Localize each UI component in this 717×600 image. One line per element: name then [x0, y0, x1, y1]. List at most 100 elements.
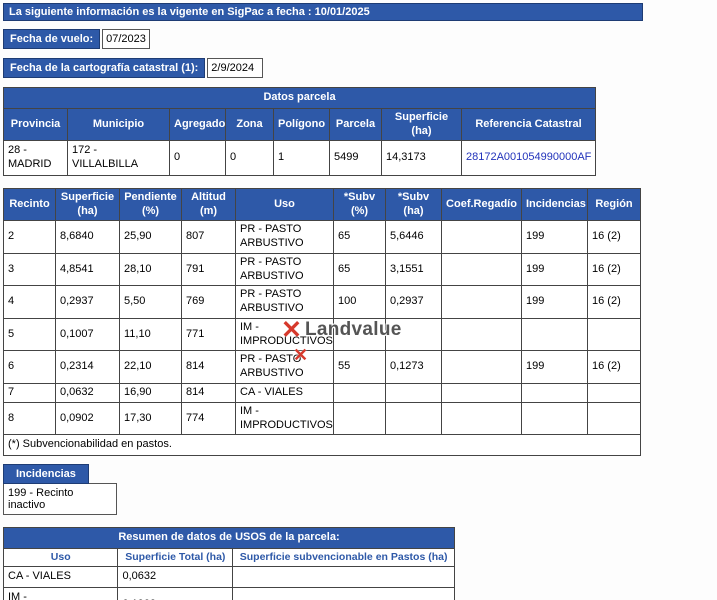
column-header: Superficie (ha) [382, 108, 462, 141]
table-cell: 65 [334, 253, 386, 286]
table-cell: 100 [334, 286, 386, 319]
table-row: 70,063216,90814CA - VIALES [4, 383, 641, 402]
table-cell [442, 383, 522, 402]
table-cell: 0,1007 [56, 318, 120, 351]
table-cell: 2 [4, 221, 56, 254]
column-header: Recinto [4, 188, 56, 221]
table-cell: 8,6840 [56, 221, 120, 254]
datos-parcela-title: Datos parcela [4, 88, 596, 109]
table-cell: 16,90 [120, 383, 182, 402]
table-cell: 807 [182, 221, 236, 254]
table-cell [442, 402, 522, 435]
zona-value: 0 [226, 141, 274, 176]
table-cell: IM - IMPRODUCTIVOS [236, 402, 334, 435]
fecha-vuelo-input[interactable] [102, 29, 150, 49]
column-header: Incidencias [522, 188, 588, 221]
recintos-footnote: (*) Subvencionabilidad en pastos. [4, 435, 641, 456]
table-cell [334, 318, 386, 351]
sigpac-report-page: La siguiente información es la vigente e… [0, 0, 717, 600]
parcela-value: 5499 [330, 141, 382, 176]
table-cell [442, 286, 522, 319]
column-header: Uso [236, 188, 334, 221]
info-banner: La siguiente información es la vigente e… [3, 3, 643, 21]
fecha-cartografia-input[interactable] [207, 58, 263, 78]
table-cell: 5 [4, 318, 56, 351]
table-cell [233, 587, 455, 600]
datos-parcela-data-row: 28 - MADRID 172 - VILLALBILLA 0 0 1 5499… [4, 141, 596, 176]
incidencias-label: Incidencias [3, 464, 89, 484]
table-cell: 11,10 [120, 318, 182, 351]
table-cell: 25,90 [120, 221, 182, 254]
table-cell: 199 [522, 286, 588, 319]
superficie-value: 14,3173 [382, 141, 462, 176]
table-cell: 0,1909 [118, 587, 233, 600]
incidencias-section: Incidencias 199 - Recinto inactivo [3, 464, 714, 515]
table-cell: 814 [182, 383, 236, 402]
column-header: Polígono [274, 108, 330, 141]
column-header: Agregado [170, 108, 226, 141]
table-cell: 199 [522, 351, 588, 384]
table-cell [522, 318, 588, 351]
table-cell [442, 351, 522, 384]
recintos-header-row: RecintoSuperficie (ha)Pendiente (%)Altit… [4, 188, 641, 221]
table-cell: 771 [182, 318, 236, 351]
recintos-body: 28,684025,90807PR - PASTO ARBUSTIVO655,6… [4, 221, 641, 435]
column-header: Provincia [4, 108, 68, 141]
provincia-value: 28 - MADRID [4, 141, 68, 176]
table-cell: PR - PASTO ARBUSTIVO [236, 253, 334, 286]
municipio-value: 172 - VILLALBILLA [68, 141, 170, 176]
recintos-table: RecintoSuperficie (ha)Pendiente (%)Altit… [3, 188, 641, 456]
table-cell: 16 (2) [588, 286, 641, 319]
resumen-usos-table: Resumen de datos de USOS de la parcela: … [3, 527, 455, 600]
table-cell: 55 [334, 351, 386, 384]
table-cell [386, 383, 442, 402]
table-row: 40,29375,50769PR - PASTO ARBUSTIVO1000,2… [4, 286, 641, 319]
fecha-vuelo-field: Fecha de vuelo: [3, 29, 714, 49]
column-header: Altitud (m) [182, 188, 236, 221]
column-header: Coef.Regadío [442, 188, 522, 221]
table-cell: 3,1551 [386, 253, 442, 286]
table-cell: PR - PASTO ARBUSTIVO [236, 286, 334, 319]
table-cell: 8 [4, 402, 56, 435]
table-cell: 0,0632 [56, 383, 120, 402]
resumen-title-row: Resumen de datos de USOS de la parcela: [4, 528, 455, 549]
table-cell: 0,2937 [386, 286, 442, 319]
table-cell: 0,2314 [56, 351, 120, 384]
column-header: Municipio [68, 108, 170, 141]
column-header: Región [588, 188, 641, 221]
table-row: 60,231422,10814PR - PASTO ARBUSTIVO550,1… [4, 351, 641, 384]
table-cell [588, 383, 641, 402]
table-row: CA - VIALES0,0632 [4, 566, 455, 587]
recintos-section: RecintoSuperficie (ha)Pendiente (%)Altit… [3, 188, 640, 456]
table-cell: 4 [4, 286, 56, 319]
column-header: Superficie Total (ha) [118, 548, 233, 566]
table-cell: 791 [182, 253, 236, 286]
table-cell [233, 566, 455, 587]
table-cell: 199 [522, 221, 588, 254]
table-cell: 3 [4, 253, 56, 286]
table-cell: 814 [182, 351, 236, 384]
fecha-vuelo-label: Fecha de vuelo: [3, 29, 100, 49]
column-header: Referencia Catastral [462, 108, 596, 141]
datos-parcela-title-row: Datos parcela [4, 88, 596, 109]
resumen-title: Resumen de datos de USOS de la parcela: [4, 528, 455, 549]
table-cell: 0,1273 [386, 351, 442, 384]
referencia-catastral-link[interactable]: 28172A001054990000AF [462, 141, 596, 176]
column-header: Superficie subvencionable en Pastos (ha) [233, 548, 455, 566]
table-cell: 4,8541 [56, 253, 120, 286]
column-header: *Subv (%) [334, 188, 386, 221]
datos-parcela-table: Datos parcela ProvinciaMunicipioAgregado… [3, 87, 596, 176]
resumen-body: CA - VIALES0,0632IM - IMPRODUCTIVOS0,190… [4, 566, 455, 600]
table-cell: IM - IMPRODUCTIVOS [236, 318, 334, 351]
table-cell [334, 402, 386, 435]
agregado-value: 0 [170, 141, 226, 176]
recintos-footnote-row: (*) Subvencionabilidad en pastos. [4, 435, 641, 456]
table-cell: 5,50 [120, 286, 182, 319]
resumen-header-row: UsoSuperficie Total (ha)Superficie subve… [4, 548, 455, 566]
table-cell: CA - VIALES [236, 383, 334, 402]
table-cell [386, 318, 442, 351]
table-cell: PR - PASTO ARBUSTIVO [236, 351, 334, 384]
table-cell [386, 402, 442, 435]
table-cell [442, 253, 522, 286]
incidencia-item: 199 - Recinto inactivo [3, 483, 117, 515]
